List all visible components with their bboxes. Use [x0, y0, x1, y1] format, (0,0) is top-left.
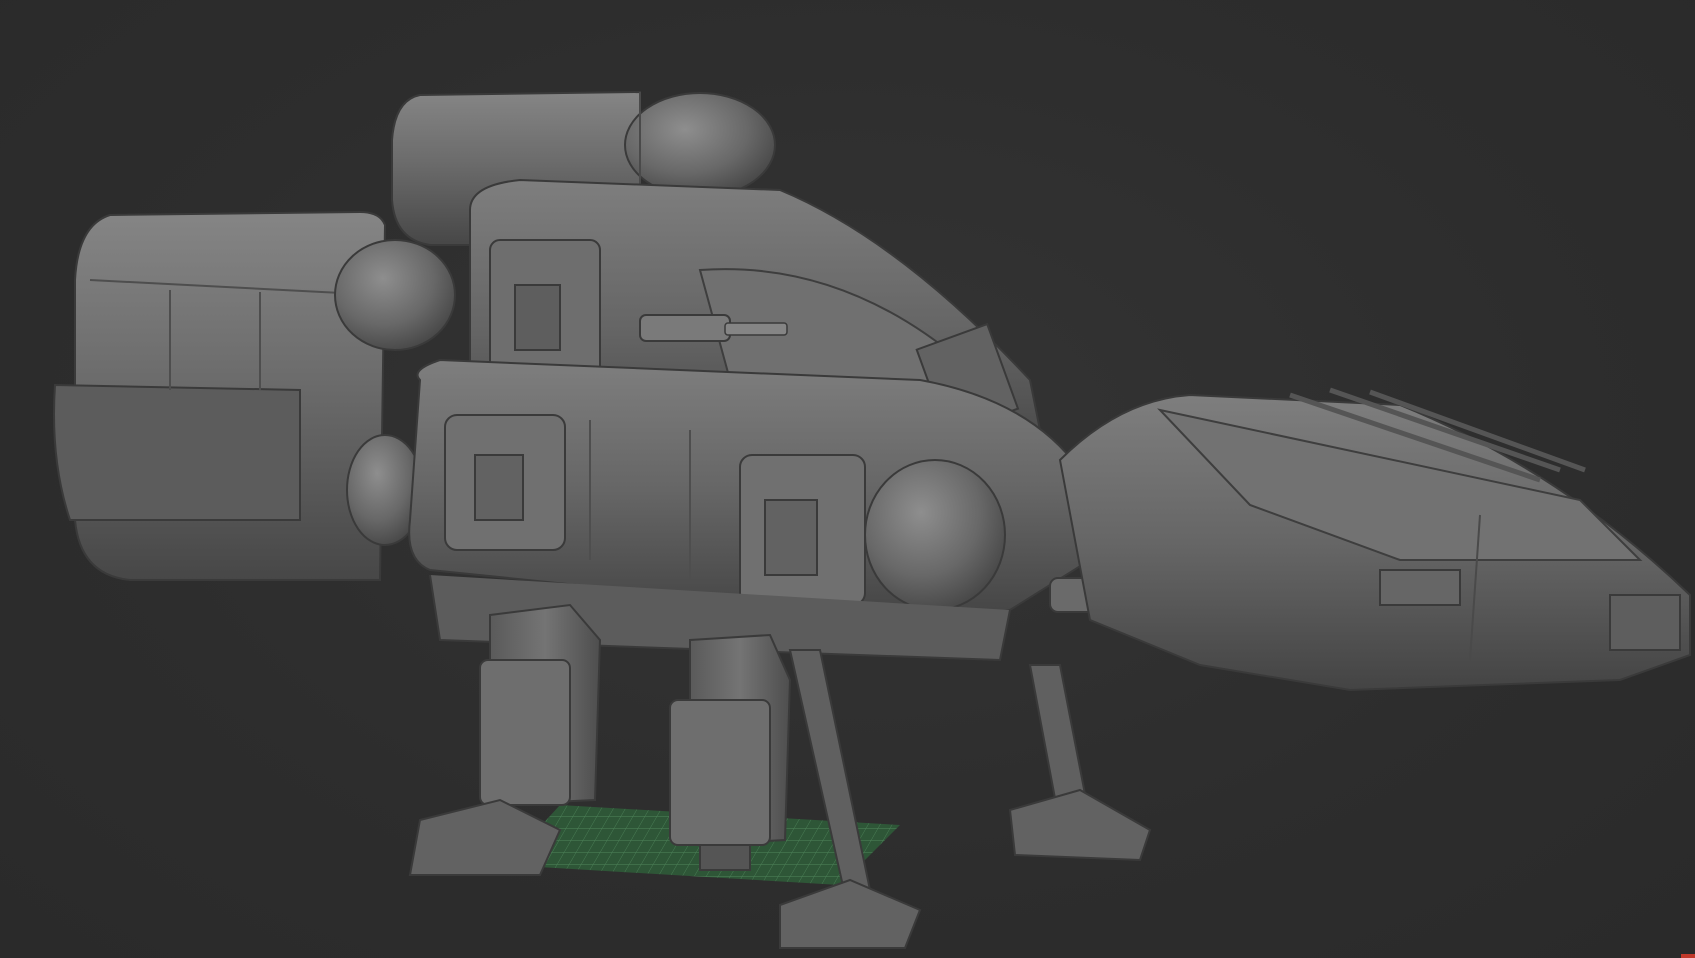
viewport-corner-indicator [1681, 954, 1695, 958]
nose-section[interactable] [1058, 387, 1691, 692]
rear-right-leg[interactable] [669, 633, 792, 871]
rear-lower-tank[interactable] [53, 210, 456, 581]
3d-viewport[interactable] [0, 0, 1695, 958]
front-right-leg[interactable] [1008, 664, 1152, 862]
model-scene[interactable] [0, 0, 1695, 958]
front-left-leg[interactable] [779, 649, 922, 949]
